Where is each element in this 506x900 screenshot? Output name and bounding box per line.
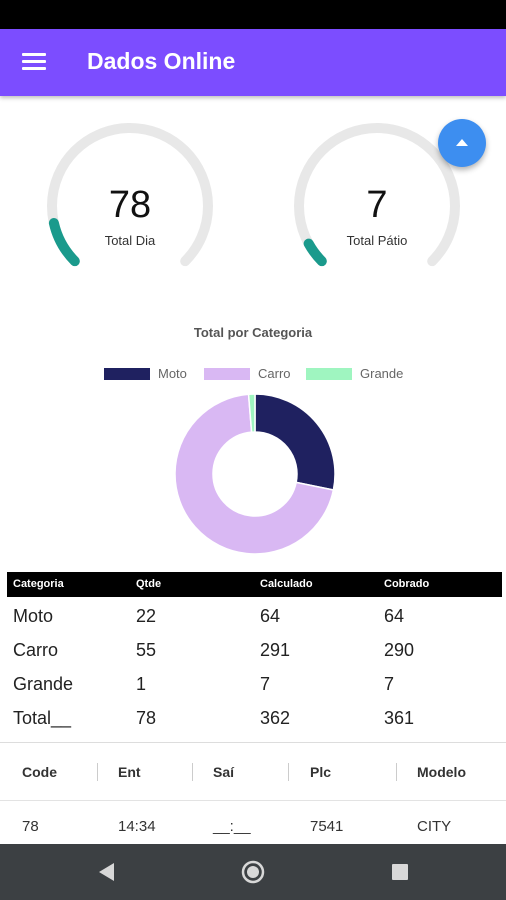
scroll-up-button[interactable] [438, 119, 486, 167]
header-qtde: Qtde [136, 578, 162, 590]
gauge-value: 7 [366, 184, 388, 226]
chart-title: Total por Categoria [193, 325, 313, 340]
chart-legend: Moto Carro Grande [0, 366, 506, 382]
app-title: Dados Online [87, 48, 236, 74]
table-row-total: Total__ 78 362 361 [7, 699, 502, 733]
cell: Carro [13, 640, 59, 660]
back-triangle-icon[interactable] [94, 859, 120, 885]
cell: 55 [136, 640, 157, 660]
cell: 7 [384, 674, 395, 694]
cell: CITY [417, 818, 452, 835]
column-divider [396, 763, 397, 781]
column-divider [288, 763, 289, 781]
table-row: Carro 55 291 290 [7, 631, 502, 665]
cell: 7 [260, 674, 271, 694]
donut-chart [174, 393, 336, 555]
legend-label: Carro [258, 366, 291, 381]
movements-table: Code Ent Saí Plc Modelo 78 14:34 __:__ 7… [0, 742, 506, 844]
legend-swatch [204, 368, 250, 380]
cell: 14:34 [118, 818, 156, 835]
legend-swatch [306, 368, 352, 380]
cell: 290 [384, 640, 415, 660]
cell: 22 [136, 606, 157, 626]
cell: 78 [136, 708, 157, 728]
table-row: Moto 22 64 64 [7, 597, 502, 631]
cell: Moto [13, 606, 54, 626]
category-table: Categoria Qtde Calculado Cobrado Moto 22… [7, 572, 502, 733]
donut-slice-moto[interactable] [254, 393, 336, 491]
cell: 362 [260, 708, 291, 728]
column-divider [97, 763, 98, 781]
gauge-total-dia: 78 Total Dia [45, 122, 215, 267]
status-bar [0, 0, 506, 29]
recents-square-icon[interactable] [387, 859, 413, 885]
cell: 291 [260, 640, 291, 660]
category-table-header: Categoria Qtde Calculado Cobrado [7, 572, 502, 597]
cell: __:__ [213, 818, 251, 835]
cell: Total__ [13, 708, 72, 728]
movements-table-header: Code Ent Saí Plc Modelo [0, 743, 506, 801]
legend-swatch [104, 368, 150, 380]
chevron-up-icon [456, 139, 468, 146]
cell: 1 [136, 674, 147, 694]
table-row[interactable]: 78 14:34 __:__ 7541 CITY [0, 801, 506, 844]
gauge-label: Total Dia [104, 233, 156, 248]
header-code[interactable]: Code [22, 764, 57, 780]
header-cobrado: Cobrado [384, 578, 430, 590]
header-modelo[interactable]: Modelo [417, 764, 466, 780]
legend-label: Grande [360, 366, 404, 381]
menu-icon[interactable] [22, 53, 46, 73]
header-calculado: Calculado [260, 578, 313, 590]
legend-label: Moto [158, 366, 187, 381]
system-nav-bar [0, 844, 506, 900]
gauge-total-patio: 7 Total Pátio [292, 122, 462, 267]
cell: 7541 [310, 818, 344, 835]
cell: Grande [13, 674, 74, 694]
home-circle-icon[interactable] [240, 859, 266, 885]
app-bar: Dados Online [0, 29, 506, 96]
header-ent[interactable]: Ent [118, 764, 141, 780]
cell: 361 [384, 708, 415, 728]
header-categoria: Categoria [13, 578, 64, 590]
column-divider [192, 763, 193, 781]
cell: 64 [384, 606, 405, 626]
header-plc[interactable]: Plc [310, 764, 331, 780]
gauge-label: Total Pátio [346, 233, 408, 248]
gauge-value: 78 [108, 184, 152, 226]
cell: 64 [260, 606, 281, 626]
header-sai[interactable]: Saí [213, 764, 234, 780]
cell: 78 [22, 818, 39, 835]
table-row: Grande 1 7 7 [7, 665, 502, 699]
